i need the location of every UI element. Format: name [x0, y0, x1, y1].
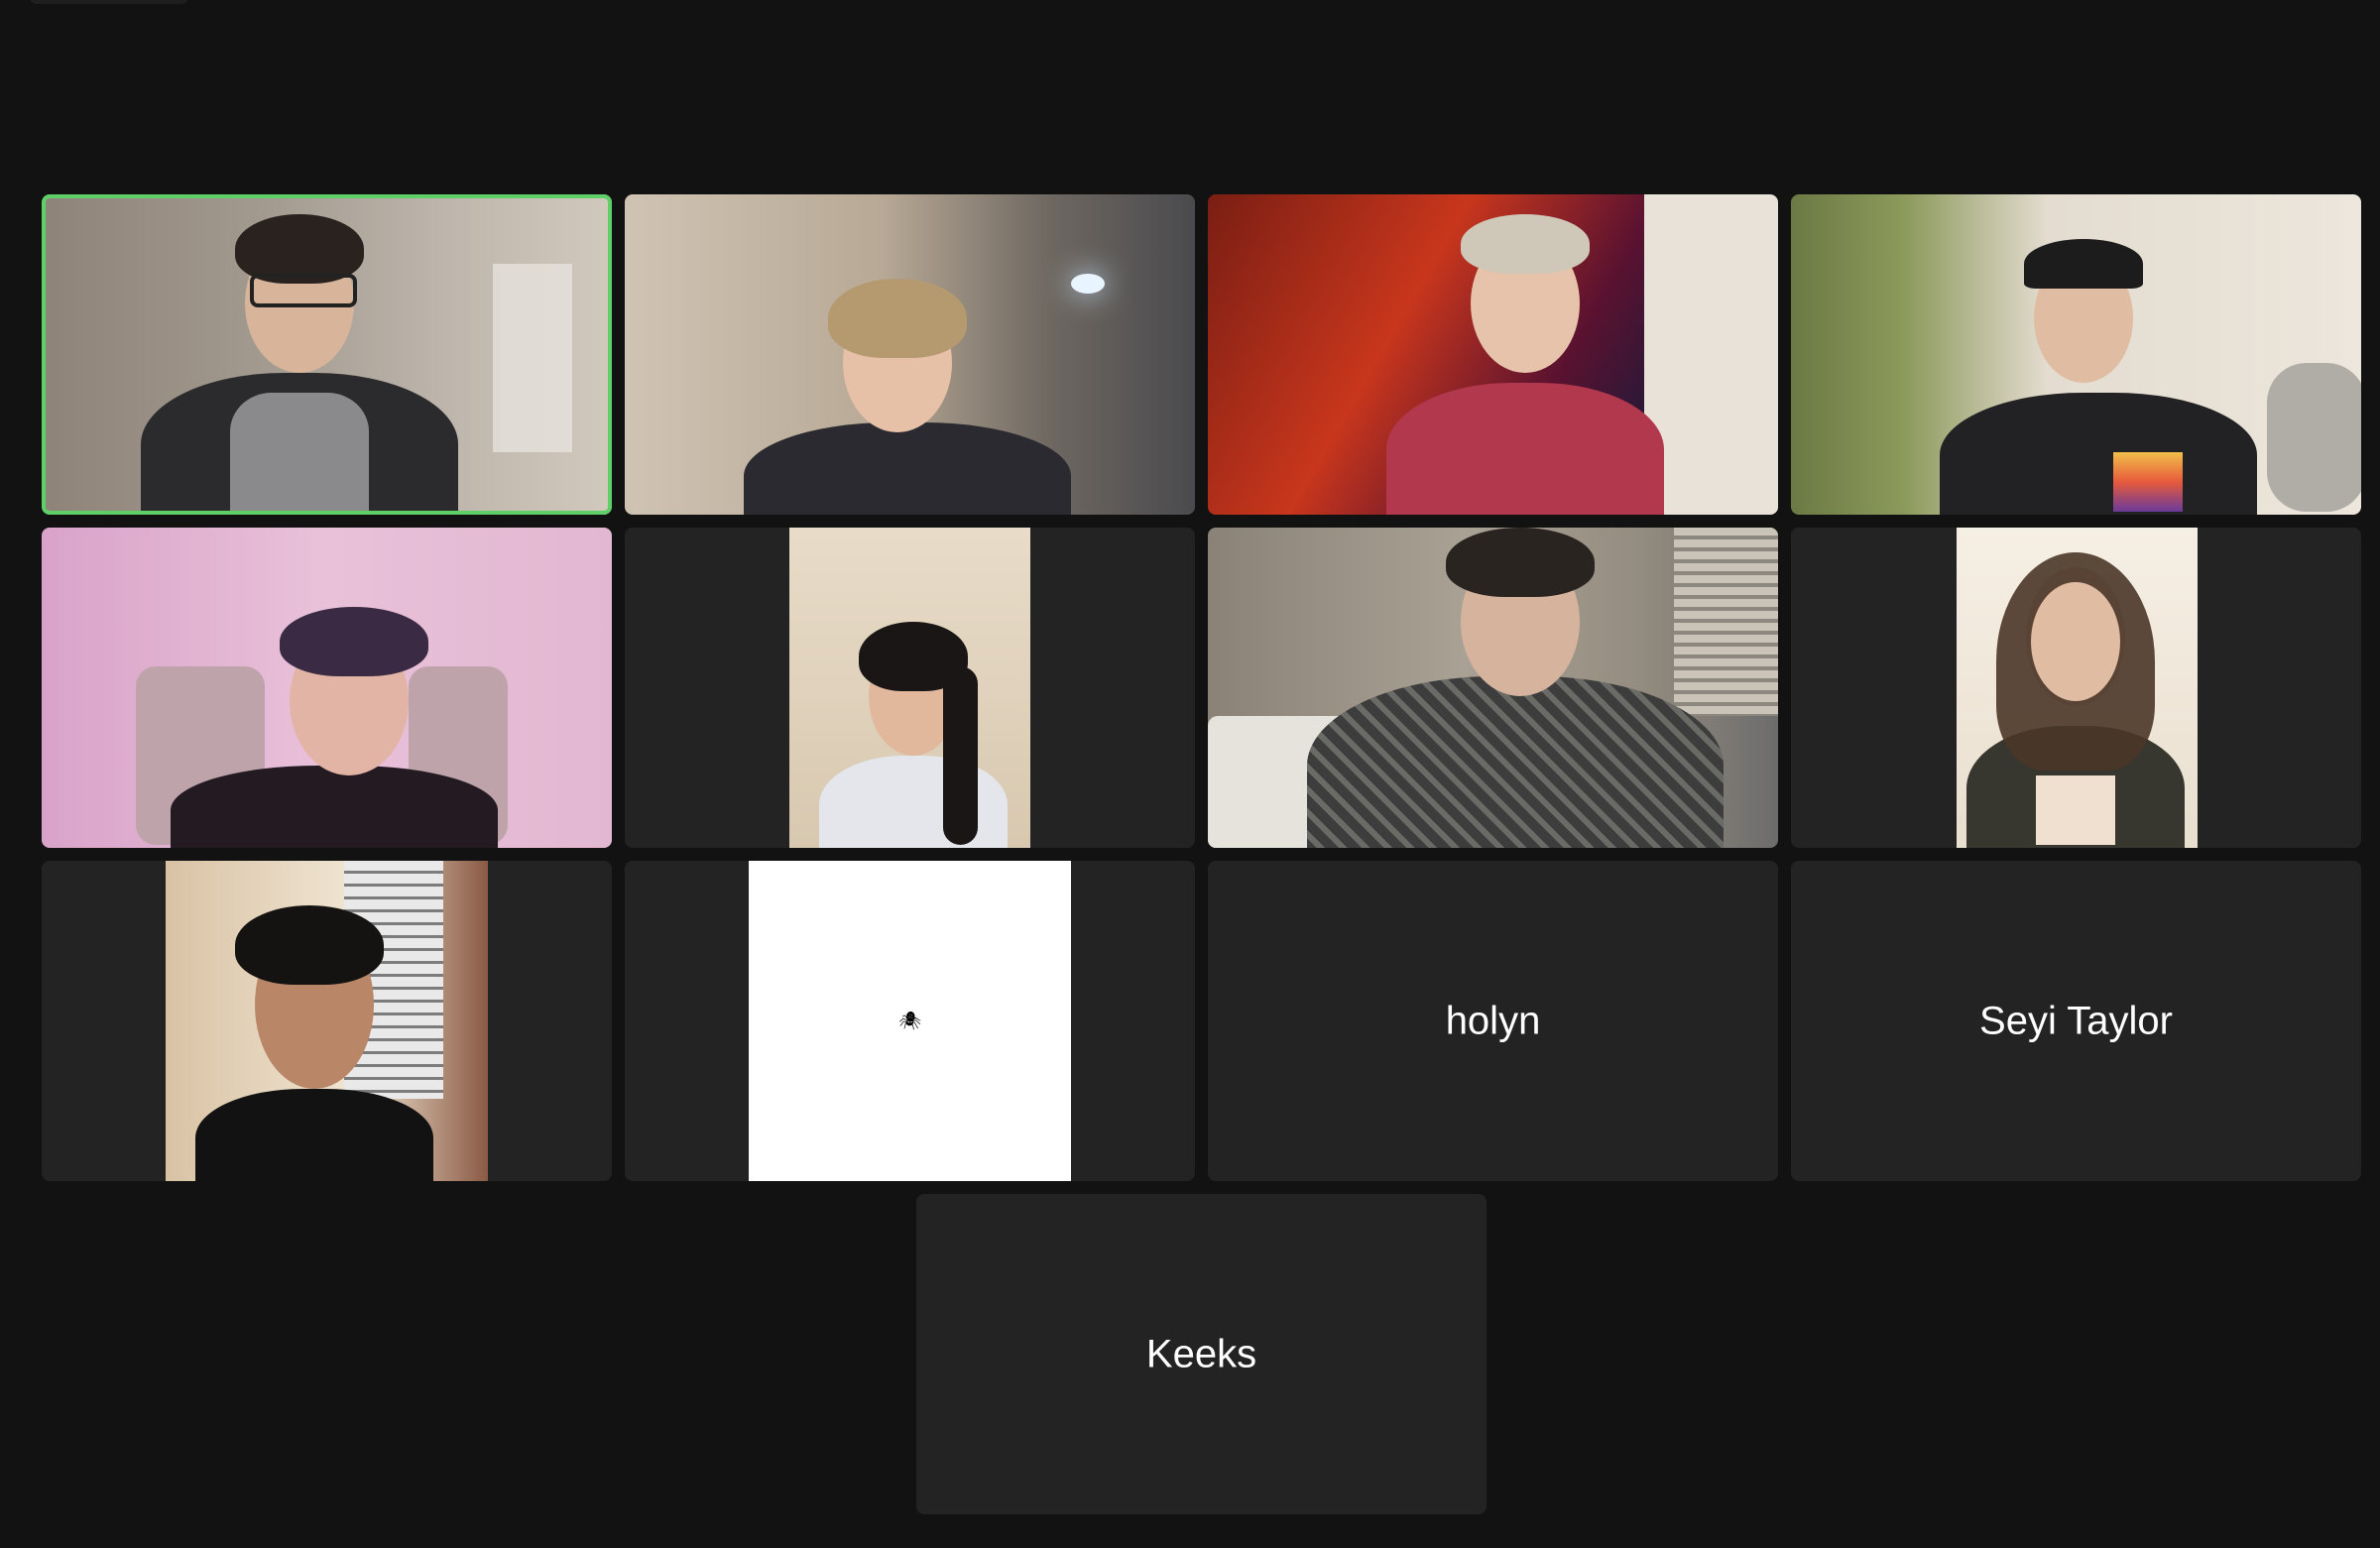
participant-tile-6[interactable]	[625, 528, 1195, 848]
participant-video-8	[1957, 528, 2198, 848]
participant-video-1	[42, 194, 612, 515]
participant-tile-13[interactable]: Keeks	[916, 1194, 1487, 1514]
participant-video-10: 🕷	[749, 861, 1071, 1181]
participant-tile-3[interactable]	[1208, 194, 1778, 515]
participant-tile-2[interactable]	[625, 194, 1195, 515]
participant-tile-7[interactable]	[1208, 528, 1778, 848]
participant-name: Keeks	[1145, 1332, 1257, 1375]
bug-icon: 🕷	[898, 1011, 921, 1030]
participant-tile-8[interactable]	[1791, 528, 2361, 848]
participant-tile-4[interactable]	[1791, 194, 2361, 515]
participant-tile-5[interactable]	[42, 528, 612, 848]
recording-indicator	[30, 0, 188, 4]
participant-name: holyn	[1445, 999, 1541, 1042]
participant-tile-9[interactable]	[42, 861, 612, 1181]
participant-video-5	[42, 528, 612, 848]
participant-tile-1[interactable]	[42, 194, 612, 515]
participant-video-2	[625, 194, 1195, 515]
gallery-view: 🕷 holyn Seyi Taylor Keeks	[0, 0, 2380, 1548]
participant-tile-12[interactable]: Seyi Taylor	[1791, 861, 2361, 1181]
participant-video-3	[1208, 194, 1778, 515]
participant-video-6	[789, 528, 1030, 848]
participant-video-4	[1791, 194, 2361, 515]
participant-tile-11[interactable]: holyn	[1208, 861, 1778, 1181]
participant-video-7	[1208, 528, 1778, 848]
participant-tile-10[interactable]: 🕷	[625, 861, 1195, 1181]
participant-name: Seyi Taylor	[1979, 999, 2173, 1042]
participant-video-9	[166, 861, 488, 1181]
